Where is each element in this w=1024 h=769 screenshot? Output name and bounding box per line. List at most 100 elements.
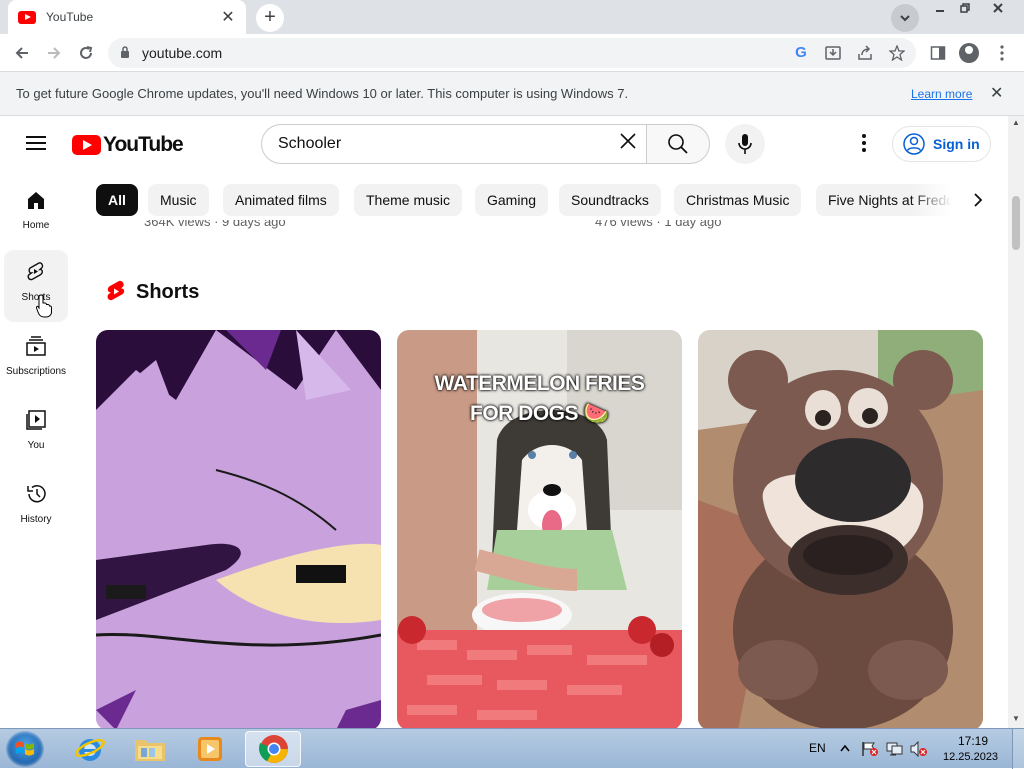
sidebar-item-history[interactable]: History <box>4 472 68 544</box>
shorts-section-header: Shorts <box>106 280 199 304</box>
chip-music[interactable]: Music <box>148 184 209 216</box>
taskbar-internet-explorer[interactable] <box>62 731 118 767</box>
clock-time[interactable]: 17:19 <box>958 734 988 748</box>
sidebar-item-you[interactable]: You <box>4 398 68 470</box>
chip-christmas-music[interactable]: Christmas Music <box>674 184 802 216</box>
voice-search-button[interactable] <box>725 124 765 164</box>
search-input[interactable]: Schooler <box>261 124 647 164</box>
short-thumbnail-2[interactable]: WATERMELON FRIES FOR DOGS 🍉 <box>397 330 682 728</box>
restore-button[interactable] <box>951 0 979 20</box>
shorts-logo-icon <box>107 280 125 301</box>
chip-gaming[interactable]: Gaming <box>475 184 549 216</box>
shorts-icon <box>27 262 44 281</box>
volume-muted-icon[interactable] <box>910 741 928 757</box>
sidebar-item-home[interactable]: Home <box>4 178 68 250</box>
folder-icon <box>135 740 165 761</box>
chevron-right-icon <box>974 193 983 207</box>
new-tab-button[interactable]: + <box>256 4 284 32</box>
sidebar-item-subscriptions[interactable]: Subscriptions <box>4 324 68 396</box>
google-lens-icon[interactable]: G <box>791 43 811 63</box>
clock-date[interactable]: 12.25.2023 <box>943 751 998 763</box>
logo-text: YouTube <box>103 133 184 156</box>
clear-search-icon[interactable] <box>618 131 638 157</box>
address-bar[interactable]: youtube.com G <box>108 38 916 68</box>
shorts-title: Shorts <box>136 280 200 303</box>
taskbar-chrome[interactable] <box>245 731 301 767</box>
minimize-icon <box>936 10 944 12</box>
reload-icon <box>80 46 93 59</box>
clipped-meta-row: 364K views · 9 days ago 476 views · 1 da… <box>90 220 990 234</box>
sidebar-label: Home <box>22 220 50 231</box>
sidebar-label: Subscriptions <box>5 366 67 377</box>
youtube-page: YouTube Schooler Sign in Home Shorts Sub… <box>0 116 1008 728</box>
chip-soundtracks[interactable]: Soundtracks <box>559 184 661 216</box>
menu-icon[interactable] <box>26 136 46 150</box>
chip-theme-music[interactable]: Theme music <box>354 184 463 216</box>
sign-in-label: Sign in <box>933 136 980 152</box>
hand-cursor-icon <box>36 294 52 318</box>
scroll-up-arrow-icon[interactable]: ▲ <box>1012 118 1020 127</box>
microphone-icon <box>738 134 752 154</box>
taskbar-media-player[interactable] <box>182 731 238 767</box>
chips-next-button[interactable] <box>962 184 994 216</box>
scroll-down-arrow-icon[interactable]: ▼ <box>1012 714 1020 723</box>
install-app-icon[interactable] <box>823 43 843 63</box>
side-panel-button[interactable] <box>926 41 950 65</box>
language-indicator[interactable]: EN <box>809 741 826 755</box>
search-query: Schooler <box>278 135 342 152</box>
side-panel-icon <box>930 46 946 60</box>
internet-explorer-icon <box>74 738 106 761</box>
back-button[interactable] <box>10 41 34 65</box>
settings-menu-button[interactable] <box>854 134 874 154</box>
page-scrollbar[interactable]: ▲ ▼ <box>1008 116 1024 728</box>
youtube-logo[interactable]: YouTube <box>72 133 184 157</box>
share-icon[interactable] <box>855 43 875 63</box>
url-text: youtube.com <box>142 45 223 61</box>
show-hidden-icons-icon[interactable] <box>840 744 850 752</box>
tab-title: YouTube <box>46 10 94 24</box>
home-icon <box>28 192 44 209</box>
chrome-menu-button[interactable] <box>990 41 1014 65</box>
action-center-flag-icon[interactable] <box>861 741 879 757</box>
scrollbar-thumb[interactable] <box>1012 196 1020 250</box>
short-caption-line-2: FOR DOGS 🍉 <box>470 402 610 425</box>
tab-search-button[interactable] <box>891 4 919 32</box>
chip-all[interactable]: All <box>96 184 138 216</box>
browser-tab-youtube[interactable]: YouTube ✕ <box>8 0 246 34</box>
learn-more-link[interactable]: Learn more <box>911 87 972 101</box>
search-icon <box>668 134 688 154</box>
minimize-button[interactable] <box>926 0 954 20</box>
sign-in-button[interactable]: Sign in <box>892 126 991 162</box>
subscriptions-icon <box>26 336 46 356</box>
bookmark-star-icon[interactable] <box>887 43 907 63</box>
short-thumbnail-3[interactable] <box>698 330 983 728</box>
kebab-menu-icon <box>1000 45 1004 61</box>
profile-avatar-icon[interactable] <box>959 43 979 63</box>
infobar-close-icon[interactable]: ✕ <box>990 83 1003 103</box>
windows-taskbar: EN 17:19 12.25.2023 <box>0 728 1024 769</box>
short-thumbnail-1[interactable] <box>96 330 381 728</box>
start-button[interactable] <box>6 731 44 767</box>
lock-icon <box>121 46 129 58</box>
video-meta: 476 views · 1 day ago <box>595 220 722 229</box>
library-icon <box>26 410 46 430</box>
search-button[interactable] <box>646 124 710 164</box>
youtube-play-icon <box>72 135 101 155</box>
browser-toolbar: youtube.com G <box>0 34 1024 72</box>
tab-close-icon[interactable]: ✕ <box>220 7 236 27</box>
close-window-button[interactable] <box>984 0 1012 20</box>
reload-button[interactable] <box>74 41 98 65</box>
update-infobar: To get future Google Chrome updates, you… <box>0 72 1024 116</box>
network-icon[interactable] <box>886 741 904 757</box>
arrow-left-icon <box>15 47 28 59</box>
show-desktop-button[interactable] <box>1012 729 1024 769</box>
sidebar-label: You <box>27 440 45 451</box>
sidebar-label: History <box>20 514 52 525</box>
chip-animated-films[interactable]: Animated films <box>223 184 339 216</box>
video-meta: 364K views · 9 days ago <box>144 220 286 229</box>
account-icon <box>903 133 925 155</box>
windows-logo-icon <box>16 741 34 756</box>
close-icon <box>993 3 1003 13</box>
taskbar-explorer[interactable] <box>122 731 178 767</box>
forward-button[interactable] <box>42 41 66 65</box>
